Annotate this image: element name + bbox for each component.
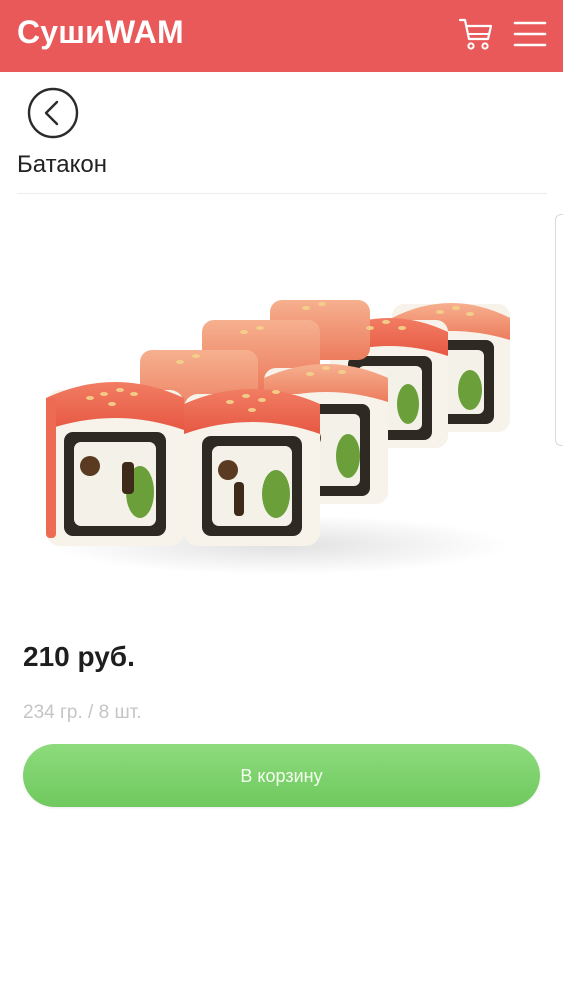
add-to-cart-button[interactable]: В корзину bbox=[23, 744, 540, 807]
brand-logo[interactable]: СушиWAM bbox=[17, 14, 184, 51]
menu-button[interactable] bbox=[512, 18, 548, 50]
hamburger-menu-icon bbox=[513, 21, 547, 47]
app-screen: СушиWAM Батакон 210 руб. 234 гр. / 8 шт.… bbox=[0, 0, 563, 1000]
chevron-left-circle-icon bbox=[27, 87, 79, 139]
side-scroll-hint bbox=[555, 214, 563, 446]
back-button[interactable] bbox=[27, 87, 79, 139]
product-image bbox=[46, 300, 510, 575]
app-header: СушиWAM bbox=[0, 0, 563, 72]
product-weight: 234 гр. / 8 шт. bbox=[23, 702, 142, 723]
product-price: 210 руб. bbox=[23, 641, 135, 672]
divider bbox=[17, 193, 547, 194]
cart-button[interactable] bbox=[456, 14, 496, 54]
cart-icon bbox=[458, 18, 493, 50]
product-title: Батакон bbox=[17, 151, 108, 178]
